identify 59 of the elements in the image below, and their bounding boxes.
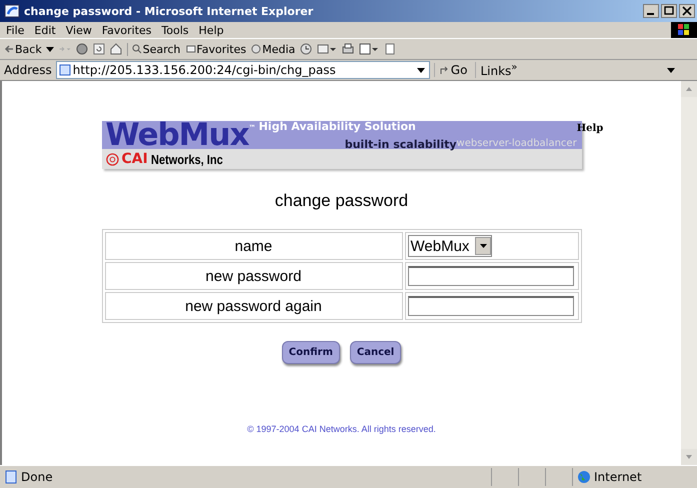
menu-item[interactable]: Tools <box>162 24 189 36</box>
history-icon[interactable] <box>300 43 312 55</box>
subline: built-in scalability <box>344 139 457 151</box>
address-label: Address <box>4 63 52 77</box>
links-button[interactable]: Links$^{»}$ <box>475 62 522 78</box>
menu-item[interactable]: View <box>66 24 92 36</box>
company-logo-icon <box>106 152 118 166</box>
page-icon <box>58 64 71 76</box>
help-link[interactable]: Help <box>576 121 604 149</box>
tagline: High Availability Solution <box>258 121 417 133</box>
copyright: © 1997-2004 CAI Networks. All rights reserved. <box>247 424 436 434</box>
company-mark: CAI <box>122 151 148 167</box>
field-label: name <box>104 232 402 260</box>
menu-item[interactable]: File <box>6 24 24 36</box>
status-text: Done <box>21 470 53 484</box>
folder-icon <box>186 44 196 54</box>
dropdown-icon[interactable] <box>475 237 492 255</box>
go-arrow-icon <box>438 65 449 75</box>
favorites-button[interactable]: Favorites <box>186 42 246 56</box>
address-field[interactable]: http://205.133.156.200:24/cgi-bin/chg_pass <box>56 61 430 79</box>
password-field[interactable] <box>408 296 574 316</box>
product-label: webserver-loadbalancer <box>456 137 577 151</box>
refresh-icon[interactable] <box>92 43 105 55</box>
window-title: change password - Microsoft Internet Explorer <box>24 4 314 18</box>
name-dropdown[interactable]: WebMux <box>408 235 492 257</box>
maximize-icon[interactable] <box>661 4 677 18</box>
menu-item[interactable]: Edit <box>34 24 56 36</box>
minimize-icon[interactable] <box>643 4 659 18</box>
browser-icon <box>4 3 20 19</box>
go-button[interactable]: Go <box>434 63 472 77</box>
page-icon <box>4 470 18 484</box>
company-name: Networks, Inc <box>150 152 223 166</box>
search-icon <box>132 44 142 54</box>
page-heading: change password <box>274 191 408 211</box>
dropdown-icon[interactable] <box>667 68 675 72</box>
close-icon[interactable] <box>679 4 695 18</box>
zone-label: Internet <box>594 470 642 484</box>
search-button[interactable]: Search <box>126 42 181 56</box>
back-arrow-icon <box>4 44 14 54</box>
document-icon[interactable] <box>359 43 380 55</box>
field-label: new password again <box>104 292 402 320</box>
media-button[interactable]: Media <box>251 42 296 56</box>
password-field[interactable] <box>408 266 574 286</box>
dropdown-icon[interactable] <box>416 68 425 72</box>
menu-item[interactable]: Favorites <box>102 24 152 36</box>
media-icon <box>251 44 262 54</box>
caret-icon[interactable] <box>46 46 54 52</box>
back-button[interactable]: Back <box>4 42 54 56</box>
windows-logo-icon <box>671 22 697 38</box>
home-icon[interactable] <box>110 43 122 55</box>
menu-item[interactable]: Help <box>198 24 224 36</box>
confirm-button[interactable]: Confirm <box>282 341 340 364</box>
cancel-button[interactable]: Cancel <box>350 341 402 364</box>
logo: WebMux$^{™}$ <box>106 121 255 149</box>
field-label: new password <box>104 262 402 290</box>
printer-icon[interactable] <box>342 43 354 55</box>
page-icon[interactable] <box>384 43 396 55</box>
globe-icon <box>577 470 591 484</box>
stop-icon[interactable] <box>76 43 88 55</box>
